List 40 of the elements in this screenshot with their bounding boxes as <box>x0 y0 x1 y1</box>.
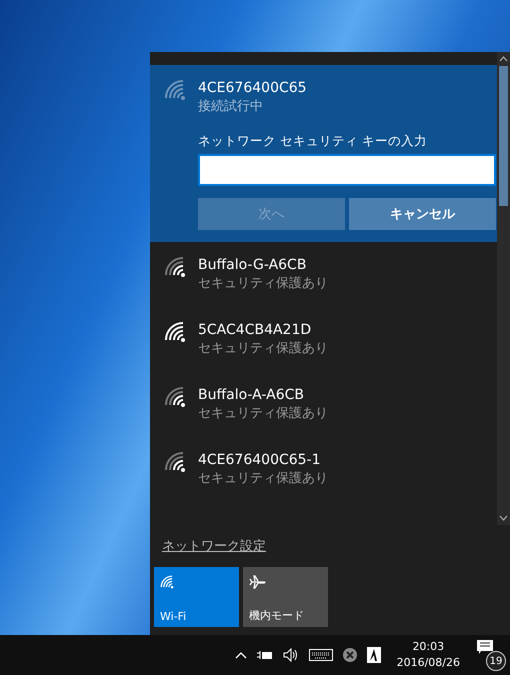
security-status: セキュリティ保護あり <box>198 405 328 423</box>
security-status: セキュリティ保護あり <box>198 275 328 293</box>
notification-count: 19 <box>486 651 506 671</box>
keyboard-icon[interactable] <box>308 649 333 661</box>
security-status: セキュリティ保護あり <box>198 470 328 488</box>
connection-status: 接続試行中 <box>198 98 263 116</box>
close-circle-icon[interactable] <box>342 648 357 662</box>
app-logo-icon[interactable] <box>366 647 381 663</box>
network-item[interactable]: 5CAC4CB4A21D セキュリティ保護あり <box>150 307 497 372</box>
network-name: Buffalo-A-A6CB <box>198 386 304 404</box>
security-key-label: ネットワーク セキュリティ キーの入力 <box>198 133 427 150</box>
wifi-icon <box>164 451 186 473</box>
scrollbar-thumb[interactable] <box>499 66 508 206</box>
wifi-icon <box>164 79 186 101</box>
wifi-icon <box>164 386 186 408</box>
taskbar-clock[interactable]: 20:03 2016/08/26 <box>396 639 460 671</box>
wifi-icon <box>164 321 186 343</box>
wifi-icon <box>160 575 174 589</box>
notification-icon[interactable] <box>476 639 494 655</box>
scrollbar[interactable] <box>497 52 510 525</box>
network-item[interactable]: Buffalo-G-A6CB セキュリティ保護あり <box>150 242 497 307</box>
battery-icon[interactable] <box>256 649 273 661</box>
chevron-up-icon[interactable] <box>234 651 247 659</box>
network-item[interactable]: Buffalo-A-A6CB セキュリティ保護あり <box>150 372 497 437</box>
network-settings-link[interactable]: ネットワーク設定 <box>162 537 266 555</box>
cancel-button[interactable]: キャンセル <box>349 198 496 230</box>
network-name: 4CE676400C65-1 <box>198 451 321 469</box>
airplane-icon <box>249 575 267 589</box>
wifi-tile[interactable]: Wi-Fi <box>154 567 239 627</box>
scroll-down-icon[interactable] <box>499 515 508 521</box>
network-item[interactable]: 4CE676400C65-1 セキュリティ保護あり <box>150 437 497 502</box>
speaker-icon[interactable] <box>282 648 299 662</box>
wifi-icon <box>164 256 186 278</box>
security-key-field[interactable] <box>198 154 496 186</box>
airplane-mode-tile[interactable]: 機内モード <box>243 567 328 627</box>
network-name: 4CE676400C65 <box>198 79 307 97</box>
security-status: セキュリティ保護あり <box>198 340 328 358</box>
network-name: Buffalo-G-A6CB <box>198 256 306 274</box>
network-name: 5CAC4CB4A21D <box>198 321 312 339</box>
scroll-up-icon[interactable] <box>499 56 508 62</box>
